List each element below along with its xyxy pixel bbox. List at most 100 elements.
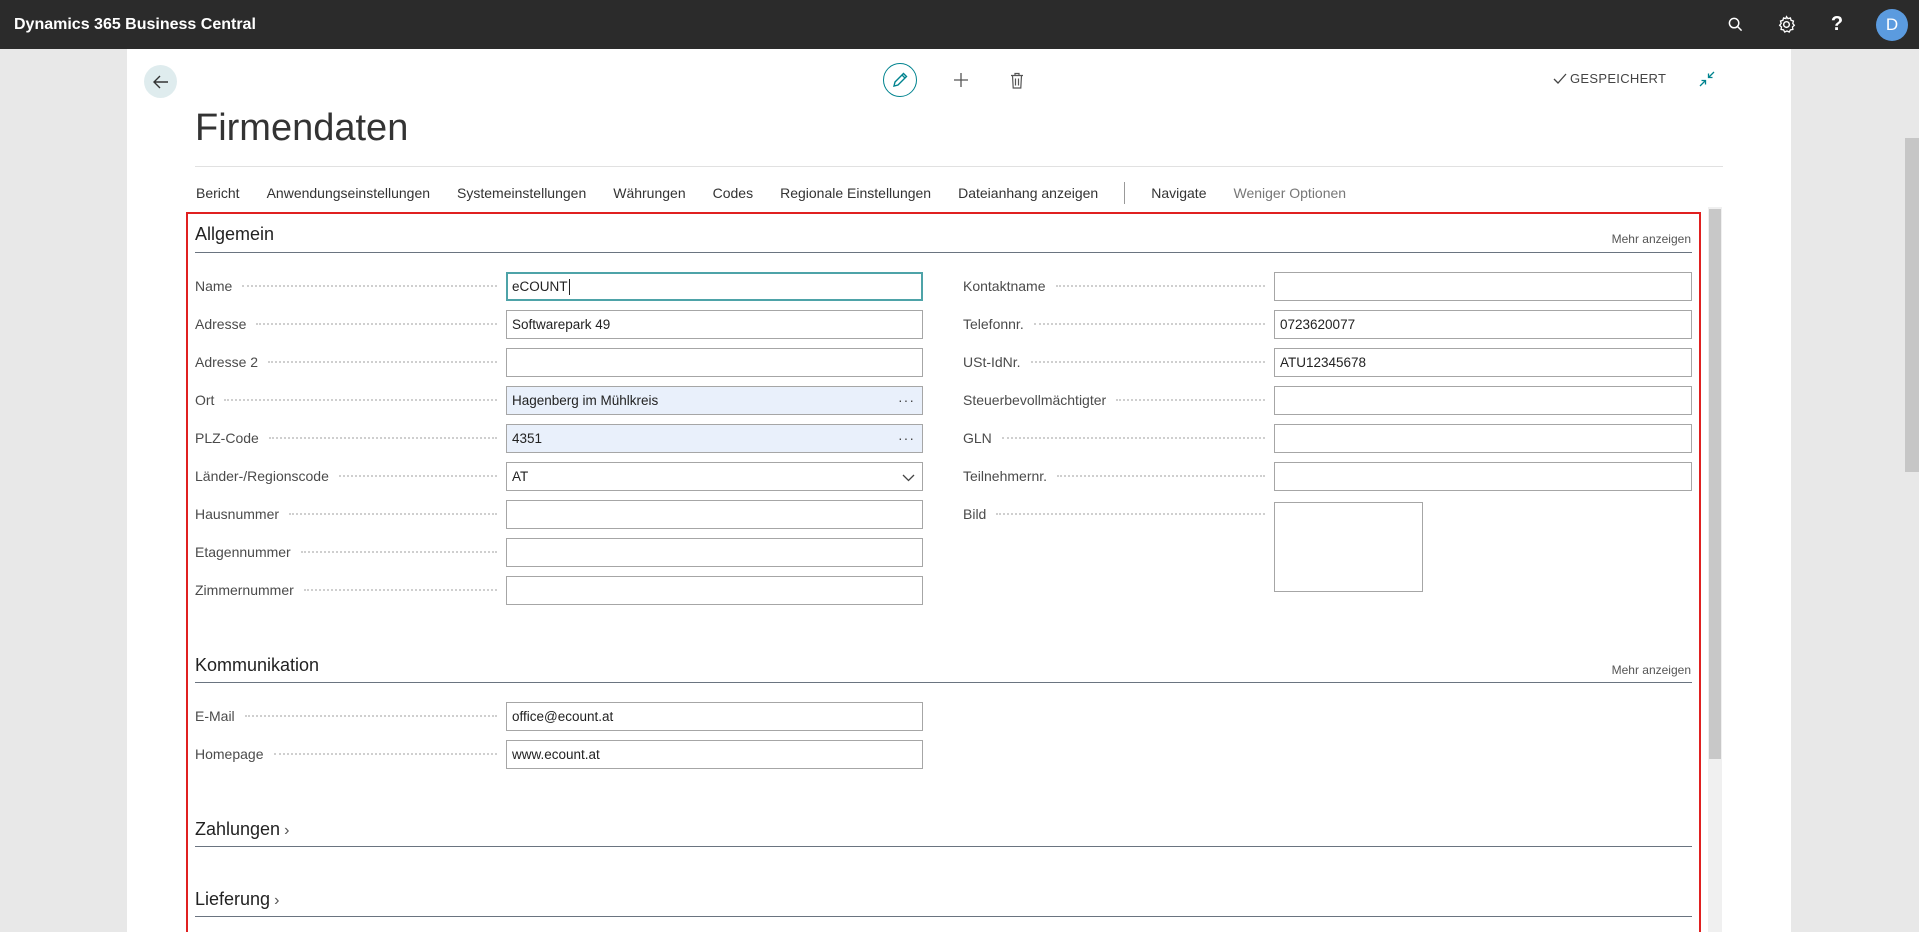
collapse-button[interactable] — [1695, 67, 1719, 91]
field-row-adresse-2: Adresse 2 — [195, 347, 505, 376]
action-codes[interactable]: Codes — [713, 185, 753, 201]
input-zimmernummer[interactable] — [506, 576, 923, 605]
avatar[interactable]: D — [1876, 8, 1908, 41]
field-label-text: Steuerbevollmächtigter — [963, 391, 1107, 408]
input-hausnummer[interactable] — [506, 500, 923, 529]
input-adresse-2[interactable] — [506, 348, 923, 377]
action-application-settings[interactable]: Anwendungseinstellungen — [267, 185, 430, 201]
section-title-delivery[interactable]: Lieferung › — [195, 889, 279, 910]
field-label: Teilnehmernr. — [963, 468, 1273, 484]
page-title: Firmendaten — [195, 107, 409, 149]
input-länder-regionscode[interactable]: AT — [506, 462, 923, 491]
field-row-name: Name — [195, 271, 505, 300]
action-report[interactable]: Bericht — [196, 185, 240, 201]
field-label: Etagennummer — [195, 544, 505, 560]
input-e-mail[interactable]: office@ecount.at — [506, 702, 923, 731]
checkmark-icon — [1553, 73, 1567, 84]
field-row-gln: GLN — [963, 423, 1273, 452]
field-label-text: Länder-/Regionscode — [195, 467, 329, 484]
field-label: Hausnummer — [195, 506, 505, 522]
action-show-attachment[interactable]: Dateianhang anzeigen — [958, 185, 1098, 201]
app-bar-icons: ? D — [1723, 0, 1919, 49]
lookup-ellipsis-icon[interactable]: ··· — [898, 392, 915, 408]
field-label-text: Hausnummer — [195, 505, 280, 522]
trash-icon — [1011, 72, 1023, 89]
input-homepage[interactable]: www.ecount.at — [506, 740, 923, 769]
input-value: www.ecount.at — [512, 747, 600, 762]
show-more-communication[interactable]: Mehr anzeigen — [1612, 663, 1691, 677]
field-row-steuerbevollmächtigter: Steuerbevollmächtigter — [963, 385, 1273, 414]
input-value: Hagenberg im Mühlkreis — [512, 393, 659, 408]
search-icon[interactable] — [1723, 13, 1747, 37]
edit-button[interactable] — [883, 63, 917, 97]
input-ust-idnr[interactable]: ATU12345678 — [1274, 348, 1692, 377]
label-dots — [1033, 322, 1265, 325]
gear-icon[interactable] — [1774, 13, 1798, 37]
label-dots — [244, 714, 497, 717]
input-name[interactable]: eCOUNT — [506, 272, 923, 301]
back-button[interactable] — [144, 65, 177, 98]
input-value: 4351 — [512, 431, 543, 446]
saved-status: GESPEICHERT — [1553, 71, 1666, 86]
action-fewer-options[interactable]: Weniger Optionen — [1233, 185, 1346, 201]
field-label: USt-IdNr. — [963, 354, 1273, 370]
text-caret — [568, 278, 570, 295]
label-dots — [1055, 284, 1265, 287]
picture-box[interactable] — [1274, 502, 1423, 592]
app-title: Dynamics 365 Business Central — [14, 15, 256, 33]
field-row-teilnehmernr: Teilnehmernr. — [963, 461, 1273, 490]
field-row-homepage: Homepage — [195, 739, 505, 768]
label-dots — [996, 512, 1265, 515]
section-title-general[interactable]: Allgemein — [195, 224, 274, 245]
section-title-payments-label: Zahlungen — [195, 819, 281, 839]
help-icon[interactable]: ? — [1825, 13, 1849, 37]
pencil-icon — [893, 72, 908, 87]
section-title-communication[interactable]: Kommunikation — [195, 655, 319, 676]
input-ort[interactable]: Hagenberg im Mühlkreis ··· — [506, 386, 923, 415]
section-title-payments[interactable]: Zahlungen › — [195, 819, 289, 840]
field-label: Adresse 2 — [195, 354, 505, 370]
input-gln[interactable] — [1274, 424, 1692, 453]
content-scrollbar-thumb[interactable] — [1709, 209, 1721, 759]
action-navigate[interactable]: Navigate — [1151, 185, 1206, 201]
label-dots — [289, 512, 497, 515]
section-title-delivery-label: Lieferung — [195, 889, 271, 909]
chevron-down-icon[interactable] — [902, 470, 915, 485]
new-button[interactable] — [947, 66, 975, 94]
action-bar: Bericht Anwendungseinstellungen Systemei… — [195, 180, 1373, 206]
field-label: PLZ-Code — [195, 430, 505, 446]
lookup-ellipsis-icon[interactable]: ··· — [898, 430, 915, 446]
label-dots — [1057, 474, 1265, 477]
delete-button[interactable] — [1003, 66, 1031, 94]
field-label: GLN — [963, 430, 1273, 446]
label-dots — [300, 550, 497, 553]
section-divider-general — [195, 252, 1692, 253]
field-label: Kontaktname — [963, 278, 1273, 294]
collapse-icon — [1699, 71, 1715, 87]
field-label: Adresse — [195, 316, 505, 332]
input-teilnehmernr[interactable] — [1274, 462, 1692, 491]
field-label: Homepage — [195, 746, 505, 762]
input-value: eCOUNT — [512, 279, 568, 294]
input-value: AT — [512, 469, 529, 484]
input-adresse[interactable]: Softwarepark 49 — [506, 310, 923, 339]
label-dots — [303, 588, 497, 591]
action-system-settings[interactable]: Systemeinstellungen — [457, 185, 586, 201]
field-row-etagennummer: Etagennummer — [195, 537, 505, 566]
show-more-general[interactable]: Mehr anzeigen — [1612, 232, 1691, 246]
field-label-text: Adresse — [195, 315, 247, 332]
field-row-ust-idnr: USt-IdNr. — [963, 347, 1273, 376]
action-regional-settings[interactable]: Regionale Einstellungen — [780, 185, 931, 201]
field-row-e-mail: E-Mail — [195, 701, 505, 730]
label-dots — [256, 322, 497, 325]
field-label: Zimmernummer — [195, 582, 505, 598]
input-steuerbevollmächtigter[interactable] — [1274, 386, 1692, 415]
field-label-text: GLN — [963, 429, 992, 446]
input-kontaktname[interactable] — [1274, 272, 1692, 301]
input-plz-code[interactable]: 4351 ··· — [506, 424, 923, 453]
input-telefonnr[interactable]: 0723620077 — [1274, 310, 1692, 339]
input-etagennummer[interactable] — [506, 538, 923, 567]
window-scrollbar[interactable] — [1905, 138, 1919, 472]
action-currencies[interactable]: Währungen — [613, 185, 685, 201]
field-row-telefonnr: Telefonnr. — [963, 309, 1273, 338]
